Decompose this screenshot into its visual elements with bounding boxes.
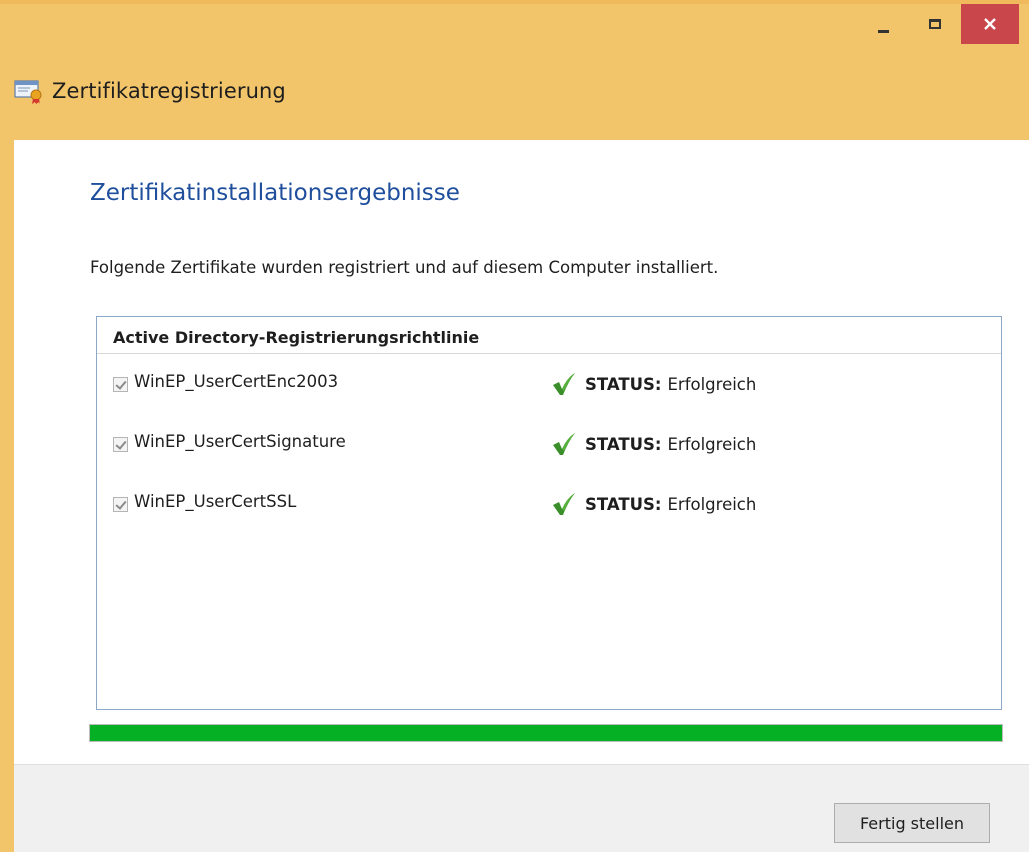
maximize-button[interactable] bbox=[909, 4, 961, 44]
status-value: Erfolgreich bbox=[667, 374, 757, 394]
wizard-footer: Fertig stellen bbox=[14, 764, 1029, 852]
close-button[interactable] bbox=[961, 4, 1019, 44]
maximize-icon bbox=[929, 19, 941, 29]
certificate-icon bbox=[14, 80, 42, 104]
progress-bar bbox=[89, 724, 1003, 742]
minimize-icon bbox=[877, 29, 889, 33]
list-item: WinEP_UserCertSSL STATUS: Erfolgreich bbox=[113, 491, 993, 521]
titlebar: Zertifikatregistrierung bbox=[14, 78, 286, 104]
status-label: STATUS: bbox=[585, 374, 662, 394]
window-title: Zertifikatregistrierung bbox=[52, 79, 286, 103]
window-controls bbox=[857, 4, 1029, 44]
intro-text: Folgende Zertifikate wurden registriert … bbox=[90, 258, 719, 277]
green-checkmark-icon bbox=[553, 493, 575, 515]
certificate-name: WinEP_UserCertEnc2003 bbox=[134, 372, 339, 391]
status-label: STATUS: bbox=[585, 434, 662, 454]
list-item: WinEP_UserCertSignature STATUS: Erfolgre… bbox=[113, 431, 993, 461]
page-heading: Zertifikatinstallationsergebnisse bbox=[90, 180, 460, 206]
group-divider bbox=[97, 353, 1001, 354]
certificate-name: WinEP_UserCertSignature bbox=[134, 432, 346, 451]
certificate-name: WinEP_UserCertSSL bbox=[134, 492, 297, 511]
list-item: WinEP_UserCertEnc2003 STATUS: Erfolgreic… bbox=[113, 371, 993, 401]
progress-fill bbox=[90, 725, 1002, 741]
certificate-checkbox[interactable] bbox=[113, 437, 128, 452]
certificate-checkbox[interactable] bbox=[113, 497, 128, 512]
status-label: STATUS: bbox=[585, 494, 662, 514]
certificate-enrollment-window: Zertifikatregistrierung Zertifikatinstal… bbox=[0, 0, 1029, 852]
green-checkmark-icon bbox=[553, 433, 575, 455]
status-indicator: STATUS: Erfolgreich bbox=[551, 371, 756, 397]
status-value: Erfolgreich bbox=[667, 494, 757, 514]
status-value: Erfolgreich bbox=[667, 434, 757, 454]
certificate-results-list: Active Directory-Registrierungsrichtlini… bbox=[96, 316, 1002, 710]
minimize-button[interactable] bbox=[857, 4, 909, 44]
green-checkmark-icon bbox=[553, 373, 575, 395]
finish-button[interactable]: Fertig stellen bbox=[834, 803, 990, 843]
status-indicator: STATUS: Erfolgreich bbox=[551, 491, 756, 517]
close-icon bbox=[984, 18, 996, 30]
status-indicator: STATUS: Erfolgreich bbox=[551, 431, 756, 457]
certificate-checkbox[interactable] bbox=[113, 377, 128, 392]
wizard-content: Zertifikatinstallationsergebnisse Folgen… bbox=[14, 140, 1029, 852]
policy-group-title: Active Directory-Registrierungsrichtlini… bbox=[113, 328, 480, 347]
